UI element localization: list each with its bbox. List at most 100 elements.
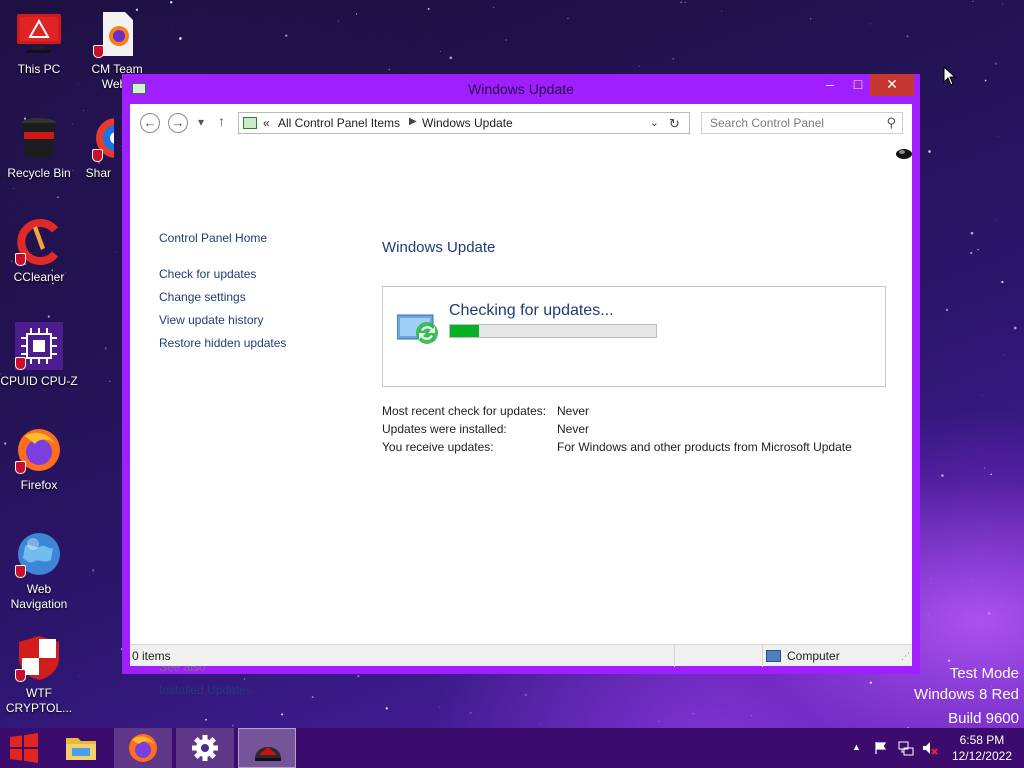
taskbar-control-panel[interactable] [238, 728, 296, 768]
computer-icon [766, 650, 781, 662]
star [92, 569, 95, 572]
update-status-panel: Checking for updates... [382, 286, 886, 387]
star [990, 473, 993, 476]
desktop-icon-firefox[interactable]: Firefox [0, 426, 78, 493]
breadcrumb-separator-icon[interactable]: ▶ [409, 116, 417, 127]
change-settings-link[interactable]: Change settings [159, 290, 246, 304]
gear-icon [192, 735, 218, 761]
star [906, 35, 909, 38]
search-placeholder: Search Control Panel [710, 116, 825, 130]
star [977, 248, 979, 251]
resize-grip-icon[interactable]: ⋰ [901, 651, 910, 662]
star [972, 0, 974, 3]
check-for-updates-link[interactable]: Check for updates [159, 267, 256, 281]
desktop-icon-wtf-cryptolocker[interactable]: WTF CRYPTOL... [0, 634, 78, 716]
close-button[interactable]: ✕ [870, 74, 914, 96]
desktop-icon-share[interactable]: Shar [78, 114, 114, 181]
star [972, 580, 974, 582]
star [78, 676, 80, 678]
taskbar-settings[interactable] [176, 728, 234, 768]
test-mode-watermark-line2: Windows 8 Red [913, 686, 1019, 703]
page-title: Windows Update [382, 239, 496, 256]
helmet-icon [255, 747, 281, 761]
star [469, 711, 472, 714]
control-panel-home-link[interactable]: Control Panel Home [159, 231, 267, 245]
network-icon[interactable] [898, 740, 914, 756]
star [205, 718, 207, 721]
breadcrumb-overflow[interactable]: « [263, 116, 270, 130]
info-value-updates-installed: Never [557, 422, 590, 436]
star [984, 79, 987, 82]
star [1001, 280, 1004, 284]
up-button[interactable]: ↑ [218, 113, 225, 129]
status-divider [674, 645, 675, 667]
desktop-icon-label: CPUID CPU-Z [0, 374, 78, 388]
star [984, 467, 986, 469]
shield-cross-icon [15, 634, 63, 682]
restore-hidden-updates-link[interactable]: Restore hidden updates [159, 336, 286, 350]
star [982, 394, 983, 396]
star [47, 315, 50, 318]
star [427, 7, 430, 10]
star [439, 51, 441, 53]
show-hidden-icons-button[interactable]: ▲ [852, 742, 861, 752]
refresh-button[interactable]: ↻ [669, 116, 689, 132]
start-button[interactable] [0, 728, 48, 768]
star [540, 723, 542, 725]
desktop-icon-this-pc[interactable]: This PC [0, 10, 78, 77]
share-app-icon [92, 114, 114, 162]
title-bar[interactable]: Windows Update – □ ✕ [122, 74, 920, 104]
windows-update-icon [397, 314, 438, 344]
breadcrumb-all-control-panel-items[interactable]: All Control Panel Items [278, 116, 400, 130]
clock-time: 6:58 PM [959, 733, 1005, 747]
maximize-button[interactable]: □ [844, 74, 872, 96]
star [987, 612, 991, 615]
search-icon[interactable]: ⚲ [886, 115, 896, 131]
help-icon[interactable] [895, 148, 913, 160]
navigation-bar: ← → ▾ ↑ « All Control Panel Items ▶ Wind… [130, 104, 912, 142]
minimize-button[interactable]: – [816, 74, 844, 96]
windows-logo-icon [10, 733, 38, 763]
test-mode-watermark-line3: Build 9600 [948, 710, 1019, 727]
star [385, 707, 388, 710]
location-label: Computer [787, 649, 840, 663]
star [945, 308, 949, 312]
address-bar[interactable]: « All Control Panel Items ▶ Windows Upda… [238, 112, 690, 134]
desktop-icon-ccleaner[interactable]: CCleaner [0, 218, 78, 285]
mouse-cursor-icon [943, 66, 957, 86]
installed-updates-link[interactable]: Installed Updates [159, 683, 252, 697]
star [720, 10, 722, 12]
status-divider [762, 645, 763, 667]
star [669, 5, 671, 7]
back-button[interactable]: ← [140, 113, 160, 133]
info-label-recent-check: Most recent check for updates: [382, 404, 547, 418]
breadcrumb-windows-update[interactable]: Windows Update [422, 116, 513, 130]
star [970, 231, 974, 235]
windows-update-window[interactable]: Windows Update – □ ✕ ← → ▾ ↑ « All Contr… [122, 74, 920, 697]
volume-muted-icon[interactable] [922, 740, 938, 756]
view-update-history-link[interactable]: View update history [159, 313, 264, 327]
taskbar: ▲ 6:58 PM 12/12/2022 [0, 728, 1024, 768]
star [970, 251, 973, 255]
action-center-flag-icon[interactable] [874, 741, 888, 755]
test-mode-watermark-line1: Test Mode [949, 665, 1019, 682]
shield-overlay-icon [15, 357, 26, 370]
star [493, 6, 495, 8]
taskbar-file-explorer[interactable] [52, 728, 110, 768]
taskbar-clock[interactable]: 6:58 PM 12/12/2022 [952, 732, 1012, 764]
recent-locations-button[interactable]: ▾ [198, 115, 204, 129]
search-input[interactable]: Search Control Panel ⚲ [701, 112, 903, 134]
star [357, 674, 360, 678]
cpu-z-icon [15, 322, 63, 370]
update-progress-bar [449, 324, 657, 338]
desktop-icon-web-navigation[interactable]: Web Navigation [0, 530, 78, 612]
star [108, 380, 111, 383]
taskbar-firefox[interactable] [114, 728, 172, 768]
desktop-icon-cpu-z[interactable]: CPUID CPU-Z [0, 322, 78, 389]
star [311, 696, 314, 699]
address-dropdown-icon[interactable]: ⌄ [650, 116, 659, 129]
star [281, 713, 284, 716]
forward-button[interactable]: → [168, 113, 188, 133]
desktop-icon-recycle-bin[interactable]: Recycle Bin [0, 114, 78, 181]
star [927, 614, 929, 616]
